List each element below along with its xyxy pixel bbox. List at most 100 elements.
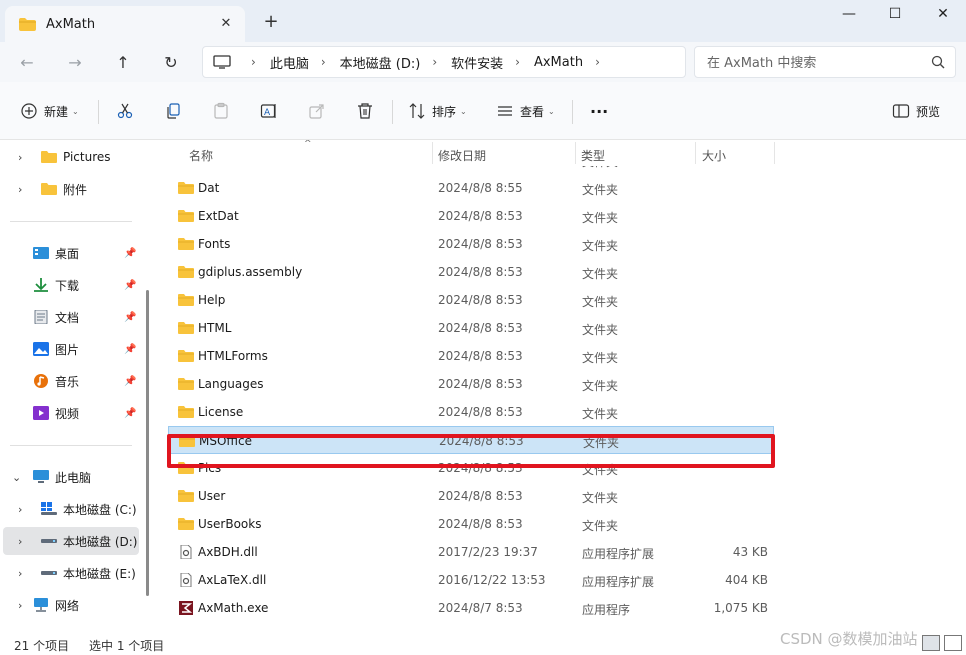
minimize-button[interactable]: — [826,0,872,30]
column-divider[interactable] [695,142,696,164]
column-divider[interactable] [432,142,433,164]
pin-icon[interactable]: 📌 [124,344,136,355]
pin-icon[interactable]: 📌 [124,408,136,419]
pin-icon[interactable]: 📌 [124,280,136,291]
new-button[interactable]: 新建 ⌄ [20,98,79,124]
file-row[interactable]: Languages 2024/8/8 8:53 文件夹 [168,370,774,398]
forward-button[interactable]: → [62,50,88,76]
file-row[interactable]: HTML 2024/8/8 8:53 文件夹 [168,314,774,342]
sidebar-item-videos[interactable]: 视频 📌 [0,399,142,427]
file-type: 应用程序扩展 [582,547,655,561]
tiles-view-button[interactable] [944,635,962,651]
file-row[interactable]: User 2024/8/8 8:53 文件夹 [168,482,774,510]
up-button[interactable]: ↑ [110,50,136,76]
file-date: 2024/8/8 8:53 [438,405,523,419]
sidebar-item-label: Pictures [63,150,111,164]
search-input[interactable] [707,53,927,73]
file-row[interactable]: Dat 2024/8/8 8:55 文件夹 [168,174,774,202]
sidebar-item-attachments[interactable]: › 附件 [0,175,142,203]
pin-icon[interactable]: 📌 [124,376,136,387]
sidebar-item-pictures-lib[interactable]: 图片 📌 [0,335,142,363]
sidebar-item-drive-d[interactable]: › 本地磁盘 (D:) [3,527,139,555]
folder-icon [178,322,194,334]
close-window-button[interactable]: ✕ [920,0,966,30]
new-tab-button[interactable]: + [259,10,283,34]
search-box[interactable] [694,46,956,78]
sidebar-scrollbar[interactable] [146,290,149,596]
delete-button[interactable] [356,98,374,124]
copy-button[interactable] [164,98,182,124]
sidebar-item-music[interactable]: 音乐 📌 [0,367,142,395]
file-row[interactable]: HTMLForms 2024/8/8 8:53 文件夹 [168,342,774,370]
more-options-button[interactable]: ··· [590,98,608,124]
view-button[interactable]: 查看 ⌄ [496,98,555,124]
chevron-right-icon[interactable]: › [18,503,22,516]
sidebar-item-pictures[interactable]: › Pictures [0,143,142,171]
file-row[interactable]: UserBooks 2024/8/8 8:53 文件夹 [168,510,774,538]
chevron-right-icon[interactable]: › [18,567,22,580]
sidebar-item-drive-c[interactable]: › 本地磁盘 (C:) [0,495,142,523]
file-row[interactable]: AxLaTeX.dll 2016/12/22 13:53 应用程序扩展 404 KB [168,566,774,594]
exe-icon [179,601,193,615]
breadcrumb-this-pc[interactable]: 此电脑 [270,53,309,72]
share-button[interactable] [308,98,326,124]
chevron-right-icon[interactable]: › [18,183,22,196]
file-type: 文件夹 [582,211,619,225]
chevron-right-icon[interactable]: › [18,535,22,548]
address-bar[interactable]: › 此电脑 › 本地磁盘 (D:) › 软件安装 › AxMath › [202,46,686,78]
file-row[interactable]: AxBDH.dll 2017/2/23 19:37 应用程序扩展 43 KB [168,538,774,566]
new-label: 新建 [44,104,69,119]
title-bar: AxMath ✕ + — ☐ ✕ [0,0,966,42]
maximize-button[interactable]: ☐ [872,0,918,30]
tab-axmath[interactable]: AxMath ✕ [5,6,245,42]
file-row[interactable]: AxMath.exe 2024/8/7 8:53 应用程序 1,075 KB [168,594,774,622]
folder-icon [19,17,36,31]
folder-icon [41,151,57,163]
column-header-date[interactable]: 修改日期 [438,147,486,164]
sidebar-item-this-pc[interactable]: ⌄ 此电脑 [0,463,142,491]
file-row[interactable]: Help 2024/8/8 8:53 文件夹 [168,286,774,314]
breadcrumb-software[interactable]: 软件安装 [451,53,503,72]
file-row[interactable]: License 2024/8/8 8:53 文件夹 [168,398,774,426]
pin-icon[interactable]: 📌 [124,312,136,323]
sidebar-item-documents[interactable]: 文档 📌 [0,303,142,331]
sidebar-item-label: 桌面 [55,246,80,261]
file-name: Fonts [198,237,231,251]
navigation-pane: › Pictures › 附件 桌面 📌 下载 📌 文档 📌 图片 📌 音乐 📌… [0,140,142,632]
column-headers: ^ 名称 修改日期 类型 大小 [154,140,954,166]
chevron-right-icon[interactable]: › [595,55,600,69]
chevron-right-icon[interactable]: › [18,151,22,164]
sidebar-item-downloads[interactable]: 下载 📌 [0,271,142,299]
rename-button[interactable]: A [260,98,278,124]
file-row[interactable]: gdiplus.assembly 2024/8/8 8:53 文件夹 [168,258,774,286]
column-header-name[interactable]: 名称 [189,147,213,164]
breadcrumb-drive-d[interactable]: 本地磁盘 (D:) [340,53,421,72]
sidebar-item-network[interactable]: › 网络 [0,591,142,619]
back-button[interactable]: ← [14,50,40,76]
chevron-down-icon[interactable]: ⌄ [12,471,21,484]
drive-icon [41,539,57,543]
preview-button[interactable]: 预览 [892,98,940,124]
column-divider[interactable] [774,142,775,164]
column-divider[interactable] [575,142,576,164]
file-row[interactable]: ExtDat 2024/8/8 8:53 文件夹 [168,202,774,230]
sort-button[interactable]: 排序 ⌄ [408,98,467,124]
pin-icon[interactable]: 📌 [124,248,136,259]
column-header-size[interactable]: 大小 [702,147,726,164]
file-date: 2024/8/8 8:53 [438,209,523,223]
file-type: 应用程序扩展 [582,575,655,589]
breadcrumb-axmath[interactable]: AxMath [534,55,583,70]
file-size: 43 KB [732,545,768,559]
close-tab-icon[interactable]: ✕ [217,15,235,33]
sidebar-item-drive-e[interactable]: › 本地磁盘 (E:) [0,559,142,587]
refresh-button[interactable]: ↻ [158,50,184,76]
column-header-type[interactable]: 类型 [581,147,605,164]
cut-button[interactable] [116,98,134,124]
details-view-button[interactable] [922,635,940,651]
paste-button[interactable] [212,98,230,124]
file-row[interactable]: Fonts 2024/8/8 8:53 文件夹 [168,230,774,258]
sidebar-item-desktop[interactable]: 桌面 📌 [0,239,142,267]
file-type: 文件夹 [582,267,619,281]
file-name: User [198,489,226,503]
chevron-right-icon[interactable]: › [18,599,22,612]
